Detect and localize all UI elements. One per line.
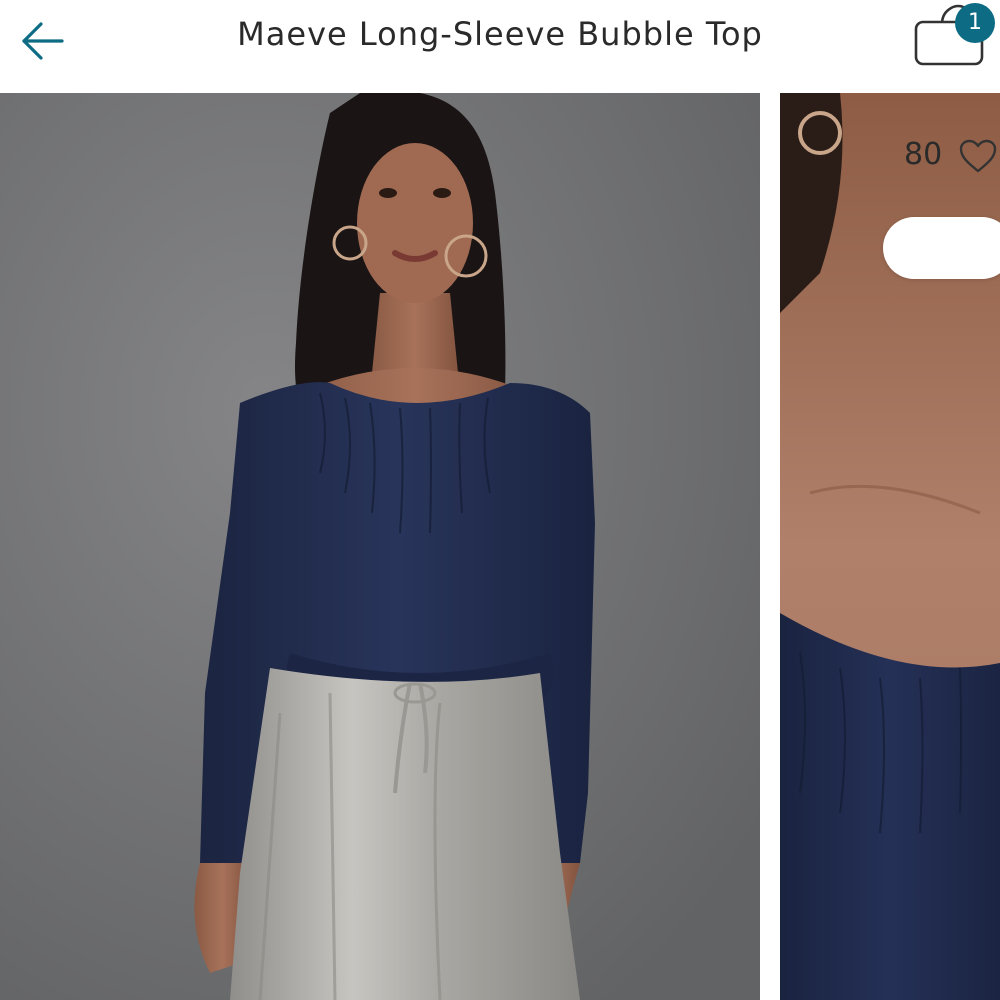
arrow-left-icon <box>22 22 64 60</box>
cart-count-badge: 1 <box>955 3 995 43</box>
heart-outline-icon[interactable] <box>958 138 998 174</box>
model-wearing-top-image <box>0 93 760 1000</box>
app-header: Maeve Long-Sleeve Bubble Top 1 <box>0 0 1000 93</box>
product-photo-main[interactable] <box>0 93 760 1000</box>
product-image-gallery[interactable] <box>0 93 1000 1000</box>
page-title: Maeve Long-Sleeve Bubble Top <box>237 15 763 53</box>
product-detail-screen: Maeve Long-Sleeve Bubble Top 1 80 <box>0 0 1000 1000</box>
favorite-button[interactable] <box>883 217 1000 279</box>
back-button[interactable] <box>14 12 72 70</box>
favorite-count: 80 <box>904 137 943 172</box>
